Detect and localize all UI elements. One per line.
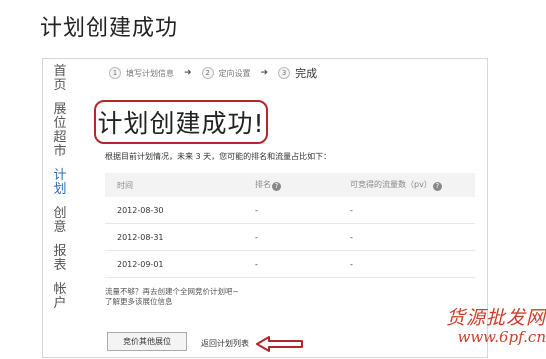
sidebar: 首页 展位超市 计划 创意 报表 帐户 bbox=[53, 65, 77, 321]
step-complete: 3 完成 bbox=[278, 65, 317, 81]
return-plan-list-link[interactable]: 返回计划列表 bbox=[201, 338, 249, 349]
arrow-right-icon: ➜ bbox=[184, 68, 192, 78]
header-time: 时间 bbox=[117, 180, 133, 190]
cell-traffic: - bbox=[350, 259, 353, 269]
cell-rank: - bbox=[255, 205, 258, 215]
success-highlight-box: 计划创建成功! bbox=[94, 100, 268, 144]
sidebar-item-account[interactable]: 帐户 bbox=[53, 283, 67, 311]
tip-create-plan-link[interactable]: 流量不够？再去创建个全网竞价计划吧~ bbox=[105, 287, 239, 297]
sidebar-item-reports[interactable]: 报表 bbox=[53, 245, 67, 273]
cell-date: 2012-09-01 bbox=[117, 259, 164, 269]
watermark: 货源批发网 www.6pf.cn bbox=[400, 303, 546, 346]
page-title: 计划创建成功 bbox=[40, 16, 179, 41]
watermark-text: 货源批发网 bbox=[445, 307, 546, 329]
cell-date: 2012-08-31 bbox=[117, 232, 164, 242]
step-fill-info: 1 填写计划信息 bbox=[109, 67, 174, 79]
step-label: 填写计划信息 bbox=[126, 68, 174, 78]
cell-rank: - bbox=[255, 259, 258, 269]
forecast-description: 根据目前计划情况，未来 3 天，您可能的排名和流量占比如下： bbox=[105, 152, 332, 161]
sidebar-item-home[interactable]: 首页 bbox=[53, 65, 67, 93]
forecast-table: 时间 排名? 可竞得的流量数（pv）? 2012-08-30 - - 2012-… bbox=[105, 173, 475, 278]
success-title: 计划创建成功! bbox=[97, 109, 265, 138]
cell-rank: - bbox=[255, 232, 258, 242]
step-targeting: 2 定向设置 bbox=[201, 67, 251, 79]
table-row: 2012-08-31 - - bbox=[105, 224, 475, 251]
header-rank: 排名 bbox=[255, 180, 271, 189]
sidebar-item-position-market[interactable]: 展位超市 bbox=[53, 103, 67, 159]
header-traffic: 可竞得的流量数（pv） bbox=[350, 180, 432, 189]
step-number: 1 bbox=[109, 67, 121, 79]
step-number: 3 bbox=[278, 67, 291, 79]
sidebar-item-plan[interactable]: 计划 bbox=[53, 169, 67, 197]
cell-date: 2012-08-30 bbox=[117, 205, 164, 215]
watermark-url: www.6pf.cn bbox=[457, 328, 546, 346]
table-header: 时间 排名? 可竞得的流量数（pv）? bbox=[105, 173, 475, 197]
table-row: 2012-08-30 - - bbox=[105, 197, 475, 224]
header-rank-cell: 排名? bbox=[255, 179, 350, 191]
step-indicator: 1 填写计划信息 ➜ 2 定向设置 ➜ 3 完成 bbox=[109, 65, 317, 81]
step-label: 定向设置 bbox=[218, 68, 251, 78]
step-label: 完成 bbox=[295, 67, 318, 80]
red-arrow-icon bbox=[256, 336, 303, 352]
help-icon[interactable]: ? bbox=[272, 182, 281, 191]
sidebar-item-creative[interactable]: 创意 bbox=[53, 207, 67, 235]
arrow-right-icon: ➜ bbox=[260, 68, 269, 78]
cell-traffic: - bbox=[350, 232, 353, 242]
tip-position-info-link[interactable]: 了解更多该展位信息 bbox=[105, 297, 239, 307]
table-row: 2012-09-01 - - bbox=[105, 251, 475, 278]
tips: 流量不够？再去创建个全网竞价计划吧~ 了解更多该展位信息 bbox=[105, 287, 239, 307]
bid-other-positions-button[interactable]: 竞价其他展位 bbox=[107, 332, 187, 351]
step-number: 2 bbox=[201, 67, 214, 79]
help-icon[interactable]: ? bbox=[432, 182, 442, 191]
header-traffic-cell: 可竞得的流量数（pv）? bbox=[350, 179, 475, 191]
cell-traffic: - bbox=[350, 205, 353, 215]
